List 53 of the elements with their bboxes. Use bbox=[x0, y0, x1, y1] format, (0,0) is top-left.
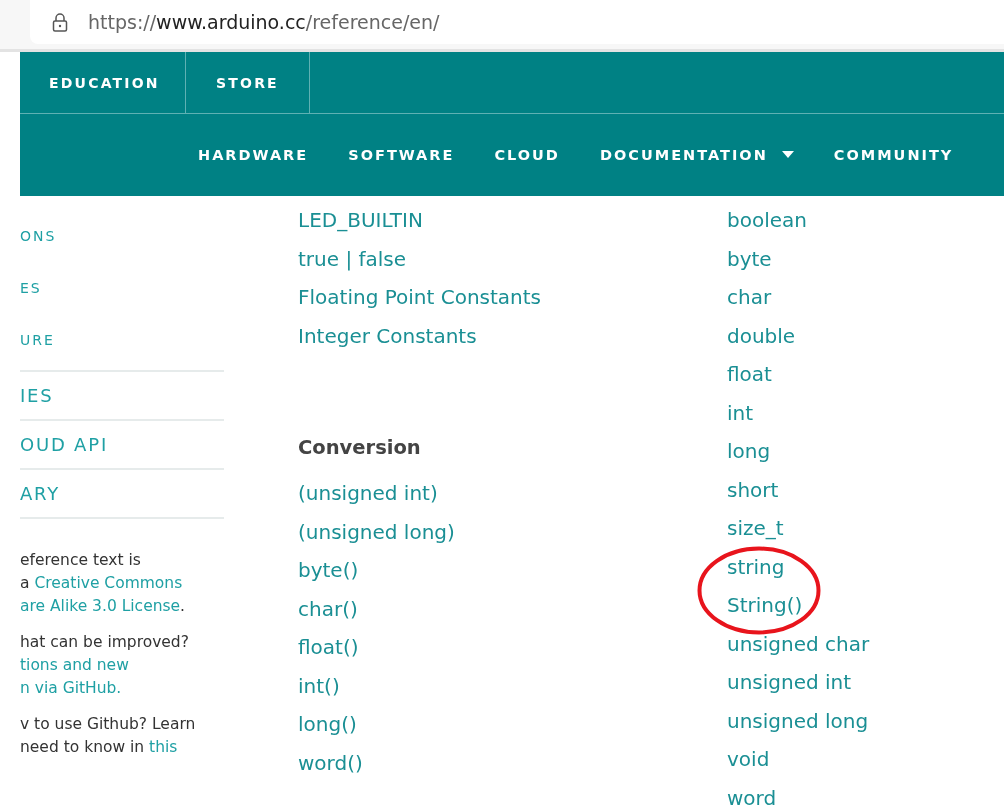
nav-link[interactable]: COMMUNITY bbox=[833, 147, 954, 163]
reference-link[interactable]: unsigned long bbox=[727, 705, 870, 744]
reference-link[interactable]: String() bbox=[727, 590, 870, 629]
reference-link[interactable]: short bbox=[727, 474, 870, 513]
sidebar-link[interactable]: IES bbox=[20, 370, 224, 419]
reference-link[interactable]: string bbox=[727, 551, 870, 590]
top-nav-link[interactable]: STORE bbox=[186, 52, 310, 113]
sidebar-link[interactable]: ARY bbox=[20, 468, 224, 519]
reference-link[interactable]: double bbox=[727, 320, 870, 359]
reference-link[interactable]: char bbox=[727, 282, 870, 321]
reference-link[interactable]: long() bbox=[298, 709, 727, 748]
reference-link[interactable]: int bbox=[727, 397, 870, 436]
text-link[interactable]: this bbox=[149, 738, 178, 756]
reference-link[interactable]: unsigned char bbox=[727, 628, 870, 667]
sidebar-link[interactable]: ES bbox=[20, 280, 224, 332]
url-text: https://www.arduino.cc/reference/en/ bbox=[88, 11, 440, 33]
text-link[interactable]: Creative Commons bbox=[34, 574, 183, 592]
nav-link[interactable]: CLOUD bbox=[494, 147, 560, 163]
reference-link[interactable]: int() bbox=[298, 670, 727, 709]
sidebar-link[interactable]: URE bbox=[20, 332, 224, 370]
sidebar-link[interactable]: OUD API bbox=[20, 419, 224, 468]
reference-link[interactable]: unsigned int bbox=[727, 667, 870, 706]
sidebar-paragraph: hat can be improved? tions and new n via GitHub. bbox=[20, 632, 190, 699]
reference-link[interactable]: (unsigned int) bbox=[298, 478, 727, 517]
text-link[interactable]: tions and new bbox=[20, 656, 129, 674]
reference-link[interactable]: Integer Constants bbox=[298, 320, 727, 359]
address-bar[interactable]: https://www.arduino.cc/reference/en/ bbox=[30, 0, 1004, 44]
reference-link[interactable]: char() bbox=[298, 593, 727, 632]
reference-link[interactable]: true | false bbox=[298, 243, 727, 282]
sidebar-paragraph: eference text is a Creative Commons are Alike 3.0 License. bbox=[20, 550, 187, 617]
reference-link[interactable]: byte() bbox=[298, 555, 727, 594]
lock-icon bbox=[52, 12, 68, 32]
nav-link[interactable]: DOCUMENTATION bbox=[599, 147, 794, 163]
reference-link[interactable]: void bbox=[727, 744, 870, 783]
sidebar-paragraph: v to use Github? Learn need to know in this bbox=[20, 714, 197, 758]
top-nav-link[interactable]: EDUCATION bbox=[20, 52, 186, 113]
nav-link[interactable]: SOFTWARE bbox=[348, 147, 455, 163]
reference-link[interactable]: LED_BUILTIN bbox=[298, 205, 727, 244]
reference-link[interactable]: float bbox=[727, 359, 870, 398]
reference-link[interactable]: word bbox=[727, 782, 870, 809]
section-heading: Conversion bbox=[298, 435, 422, 461]
sidebar-link[interactable]: ONS bbox=[20, 228, 224, 280]
reference-link[interactable]: float() bbox=[298, 632, 727, 671]
text-link[interactable]: are Alike 3.0 License bbox=[20, 597, 181, 615]
nav-link[interactable]: HARDWARE bbox=[198, 147, 309, 163]
reference-link[interactable]: word() bbox=[298, 747, 727, 786]
reference-link[interactable]: Floating Point Constants bbox=[298, 282, 727, 321]
reference-link[interactable]: size_t bbox=[727, 513, 870, 552]
reference-link[interactable]: long bbox=[727, 436, 870, 475]
reference-link[interactable]: byte bbox=[727, 243, 870, 282]
reference-link[interactable]: boolean bbox=[727, 205, 870, 244]
text-link[interactable]: n via GitHub. bbox=[20, 679, 122, 697]
reference-link[interactable]: (unsigned long) bbox=[298, 516, 727, 555]
